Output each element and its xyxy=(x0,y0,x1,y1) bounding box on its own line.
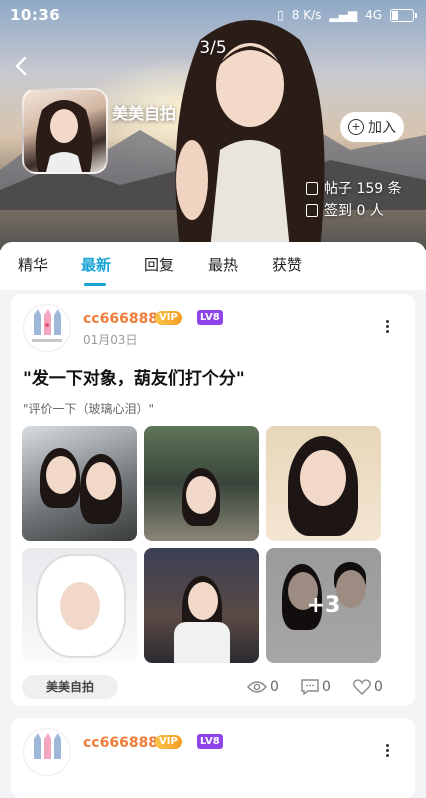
vip-badge: VIP xyxy=(155,311,182,325)
cat-logo-icon xyxy=(34,733,61,759)
more-photos-count: +3 xyxy=(266,548,381,663)
user-avatar[interactable] xyxy=(23,728,71,776)
photo-thumbnail[interactable] xyxy=(144,548,259,663)
post-title[interactable]: "发一下对象，葫友们打个分" xyxy=(23,364,245,389)
network-type: 4G xyxy=(365,8,382,22)
photo-thumbnail[interactable] xyxy=(22,426,137,541)
post-username[interactable]: cc666888 xyxy=(83,311,158,327)
group-avatar-image xyxy=(35,100,93,172)
status-bar: 10:36 ▯ 8 K/s ▂▄▆ 4G xyxy=(0,0,426,36)
photo-thumbnail-more[interactable]: +3 xyxy=(266,548,381,663)
posts-stat-text: 帖子 159 条 xyxy=(324,181,402,197)
views-count: 0 xyxy=(247,679,279,695)
document-icon xyxy=(306,181,318,195)
feed-tabs: 精华 最新 回复 最热 获赞 xyxy=(0,242,426,290)
more-options-icon[interactable] xyxy=(379,318,395,338)
post-card[interactable]: cc666888 VIP LV8 01月03日 "发一下对象，葫友们打个分" "… xyxy=(11,294,415,706)
photo-thumbnail[interactable] xyxy=(144,426,259,541)
checkin-stat: 签到 0 人 xyxy=(306,200,384,220)
user-avatar[interactable] xyxy=(23,304,71,352)
like-button[interactable]: 0 xyxy=(353,679,383,695)
comments-value: 0 xyxy=(322,679,331,695)
comment-icon xyxy=(301,679,319,695)
post-card[interactable]: cc666888 VIP LV8 xyxy=(11,718,415,798)
vip-badge: VIP xyxy=(155,735,182,749)
status-time: 10:36 xyxy=(10,6,61,24)
join-button[interactable]: + 加入 xyxy=(340,112,404,142)
tab-featured[interactable]: 精华 xyxy=(18,254,48,275)
post-subtitle: "评价一下（玻璃心泪）" xyxy=(23,402,155,416)
photo-thumbnail[interactable] xyxy=(266,426,381,541)
group-name: 美美自拍 xyxy=(112,104,177,123)
more-options-icon[interactable] xyxy=(379,742,395,762)
signal-icon: ▂▄▆ xyxy=(329,8,358,22)
group-tag[interactable]: 美美自拍 xyxy=(22,675,118,699)
likes-value: 0 xyxy=(374,679,383,695)
views-value: 0 xyxy=(270,679,279,695)
post-username[interactable]: cc666888 xyxy=(83,735,158,751)
page-indicator: 3/5 xyxy=(199,38,227,58)
network-speed: 8 K/s xyxy=(291,8,322,22)
group-avatar[interactable] xyxy=(22,88,108,174)
status-icons: ▯ 8 K/s ▂▄▆ 4G xyxy=(277,8,417,22)
join-label: 加入 xyxy=(368,120,396,136)
battery-icon xyxy=(390,8,417,22)
post-date: 01月03日 xyxy=(83,333,138,347)
photo-thumbnail[interactable] xyxy=(22,548,137,663)
level-badge: LV8 xyxy=(197,734,223,749)
plus-circle-icon: + xyxy=(348,119,364,135)
active-tab-indicator xyxy=(84,283,106,286)
checkin-stat-text: 签到 0 人 xyxy=(324,203,384,219)
tab-latest[interactable]: 最新 xyxy=(81,254,111,275)
eye-icon xyxy=(247,681,267,693)
tab-replies[interactable]: 回复 xyxy=(144,254,174,275)
cat-logo-icon xyxy=(32,309,62,342)
tab-most-liked[interactable]: 获赞 xyxy=(272,254,302,275)
comments-button[interactable]: 0 xyxy=(301,679,331,695)
photo-grid: +3 xyxy=(22,426,382,664)
group-banner: 10:36 ▯ 8 K/s ▂▄▆ 4G 3/5 美美自拍 + 加入 帖子 15… xyxy=(0,0,426,250)
posts-stat: 帖子 159 条 xyxy=(306,178,402,198)
vibrate-icon: ▯ xyxy=(277,8,284,22)
calendar-icon xyxy=(306,203,318,217)
level-badge: LV8 xyxy=(197,310,223,325)
tab-hottest[interactable]: 最热 xyxy=(208,254,238,275)
heart-icon xyxy=(353,679,371,695)
